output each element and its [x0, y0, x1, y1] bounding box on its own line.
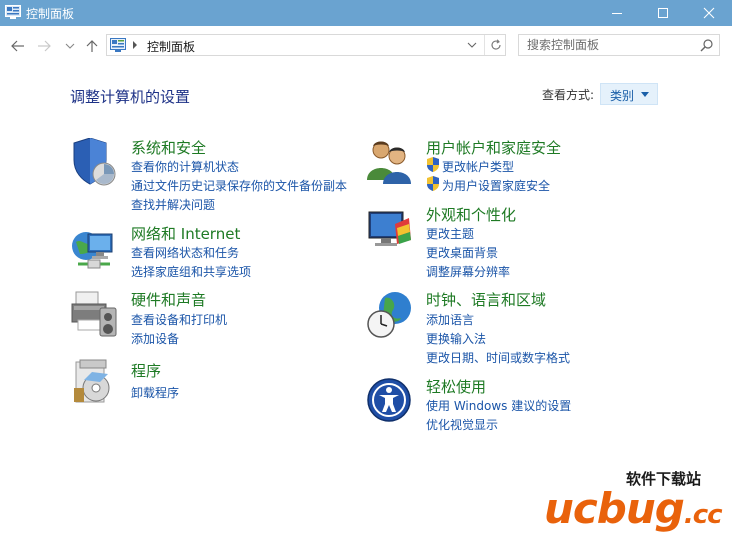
link-adjust-screen-resolution[interactable]: 调整屏幕分辨率: [426, 263, 510, 280]
minimize-icon: [612, 13, 622, 14]
system-security-icon[interactable]: [70, 138, 118, 186]
search-box: [518, 34, 720, 56]
link-view-computer-status[interactable]: 查看你的计算机状态: [131, 158, 239, 175]
watermark-brand-text: ucbug: [544, 484, 685, 533]
dropdown-arrow-icon: [641, 92, 649, 97]
category-title-network-internet[interactable]: 网络和 Internet: [131, 223, 240, 244]
view-by-label: 查看方式:: [542, 88, 595, 102]
user-accounts-icon[interactable]: [365, 138, 413, 186]
link-file-history-backup[interactable]: 通过文件历史记录保存你的文件备份副本: [131, 177, 347, 194]
ease-of-access-icon[interactable]: [365, 376, 413, 424]
recent-locations-button[interactable]: [60, 37, 80, 55]
search-icon[interactable]: [699, 38, 715, 52]
network-internet-icon[interactable]: [70, 224, 118, 272]
title-bar: 控制面板: [0, 0, 732, 26]
view-by-value: 类别: [610, 89, 635, 103]
link-uninstall-program[interactable]: 卸载程序: [131, 384, 179, 401]
arrow-right-icon: [38, 40, 51, 52]
link-network-status[interactable]: 查看网络状态和任务: [131, 244, 239, 261]
category-title-appearance[interactable]: 外观和个性化: [426, 204, 516, 225]
link-add-device[interactable]: 添加设备: [131, 330, 179, 347]
uac-shield-icon: [427, 176, 439, 191]
control-panel-icon: [5, 5, 21, 19]
refresh-button[interactable]: [487, 37, 505, 53]
address-bar[interactable]: 控制面板: [106, 34, 506, 56]
link-homegroup-sharing[interactable]: 选择家庭组和共享选项: [131, 263, 251, 280]
link-troubleshoot[interactable]: 查找并解决问题: [131, 196, 215, 213]
breadcrumb-separator-icon: [133, 41, 137, 49]
link-family-safety[interactable]: 为用户设置家庭安全: [442, 177, 550, 194]
category-title-programs[interactable]: 程序: [131, 360, 161, 381]
chevron-down-icon: [467, 42, 477, 48]
category-title-hardware-sound[interactable]: 硬件和声音: [131, 289, 206, 310]
navigation-bar: 控制面板: [0, 26, 732, 66]
control-panel-icon: [110, 38, 126, 52]
search-input[interactable]: [519, 35, 695, 55]
category-title-ease-of-access[interactable]: 轻松使用: [426, 376, 486, 397]
close-icon: [703, 7, 715, 19]
category-title-clock-language-region[interactable]: 时钟、语言和区域: [426, 289, 546, 310]
hardware-sound-icon[interactable]: [70, 290, 118, 338]
forward-button[interactable]: [34, 37, 54, 55]
refresh-icon: [491, 39, 501, 50]
maximize-icon: [658, 8, 668, 18]
watermark-brand: ucbug.cc: [544, 484, 723, 533]
link-change-account-type[interactable]: 更改帐户类型: [442, 158, 514, 175]
up-button[interactable]: [82, 37, 102, 55]
address-dropdown-button[interactable]: [463, 37, 481, 53]
address-divider: [484, 35, 485, 55]
uac-shield-icon: [427, 157, 439, 172]
link-optimize-visual-display[interactable]: 优化视觉显示: [426, 416, 498, 433]
link-change-desktop-background[interactable]: 更改桌面背景: [426, 244, 498, 261]
link-devices-printers[interactable]: 查看设备和打印机: [131, 311, 227, 328]
category-title-system-security[interactable]: 系统和安全: [131, 137, 206, 158]
close-button[interactable]: [686, 0, 732, 26]
back-button[interactable]: [8, 37, 28, 55]
link-change-input-method[interactable]: 更换输入法: [426, 330, 486, 347]
watermark-suffix: .cc: [683, 500, 723, 530]
view-by-dropdown[interactable]: 类别: [600, 83, 658, 105]
chevron-down-icon: [65, 43, 75, 49]
arrow-up-icon: [86, 40, 98, 52]
page-title: 调整计算机的设置: [70, 88, 191, 106]
window-title: 控制面板: [26, 7, 75, 21]
minimize-button[interactable]: [594, 0, 640, 26]
link-add-language[interactable]: 添加语言: [426, 311, 474, 328]
appearance-icon[interactable]: [365, 206, 413, 254]
link-change-theme[interactable]: 更改主题: [426, 225, 474, 242]
breadcrumb-control-panel[interactable]: 控制面板: [147, 38, 195, 55]
programs-icon[interactable]: [70, 358, 118, 406]
maximize-button[interactable]: [640, 0, 686, 26]
watermark-logo: 软件下载站 ucbug.cc: [540, 462, 730, 538]
arrow-left-icon: [11, 40, 24, 52]
category-title-user-accounts[interactable]: 用户帐户和家庭安全: [426, 137, 561, 158]
link-windows-recommended-settings[interactable]: 使用 Windows 建议的设置: [426, 397, 571, 414]
clock-language-region-icon[interactable]: [365, 290, 413, 338]
link-change-date-time-format[interactable]: 更改日期、时间或数字格式: [426, 349, 570, 366]
